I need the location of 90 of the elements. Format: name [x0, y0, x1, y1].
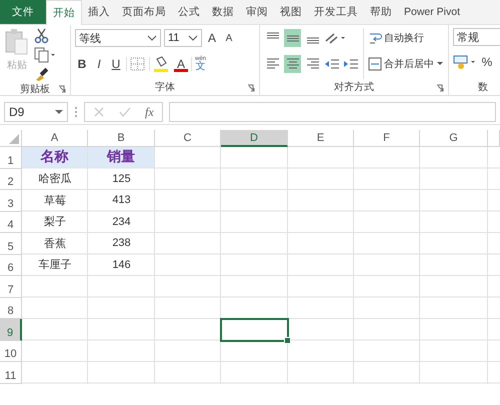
currency-icon[interactable] — [453, 54, 477, 70]
scissors-icon — [34, 28, 50, 44]
ribbon-tab[interactable]: 页面布局 — [116, 0, 172, 24]
group-label: 字体 — [155, 80, 175, 94]
row-header[interactable]: 6 — [0, 254, 22, 276]
ribbon-tab[interactable]: 开发工具 — [308, 0, 364, 24]
borders-icon[interactable] — [130, 57, 146, 71]
row-header[interactable]: 9 — [0, 319, 22, 340]
table-cell-text: 125 — [111, 172, 132, 187]
ribbon-tab[interactable]: 文件 — [0, 0, 46, 24]
align-lines-icon — [286, 34, 300, 42]
ribbon-tab[interactable]: 插入 — [82, 0, 116, 24]
wrap-text-button[interactable]: 自动换行 — [368, 28, 444, 48]
ribbon-tab[interactable]: 公式 — [172, 0, 206, 24]
table-cell-text: 梨子 — [43, 214, 67, 230]
table-cell-text: 238 — [111, 236, 132, 252]
table-cell-text: 146 — [111, 258, 132, 273]
row-header[interactable]: 11 — [0, 362, 22, 384]
font-color-button[interactable]: A — [174, 56, 188, 72]
column-header[interactable]: A — [22, 130, 88, 147]
insert-function-button[interactable]: fx — [145, 104, 154, 120]
ribbon-tab[interactable]: 帮助 — [364, 0, 398, 24]
dialog-launcher-icon[interactable] — [247, 84, 255, 92]
ribbon-tab[interactable]: Power Pivot — [398, 0, 466, 24]
vertical-align-button[interactable] — [284, 29, 301, 47]
table-cell: 销量 — [88, 146, 154, 168]
merge-cells-icon — [368, 57, 382, 71]
chevron-down-icon[interactable] — [147, 35, 157, 41]
fill-color-icon[interactable] — [153, 56, 171, 72]
group-label: 对齐方式 — [334, 80, 374, 94]
column-header[interactable]: F — [354, 130, 420, 147]
paintbrush-icon — [34, 66, 50, 82]
column-header[interactable]: D — [221, 130, 288, 147]
row-header[interactable]: 4 — [0, 212, 22, 233]
wrap-arrow-icon — [368, 31, 382, 45]
check-icon[interactable] — [119, 106, 131, 118]
merge-center-button[interactable]: 合并后居中 — [368, 54, 444, 74]
italic-button[interactable]: I — [92, 55, 106, 73]
row-header[interactable]: 2 — [0, 168, 22, 190]
table-cell-text: 车厘子 — [38, 258, 72, 274]
row-header[interactable]: 3 — [0, 190, 22, 212]
ribbon-tab[interactable]: 视图 — [274, 0, 308, 24]
chevron-down-icon[interactable] — [188, 35, 198, 41]
shrink-font-button[interactable]: A — [222, 29, 236, 47]
column-header[interactable]: E — [288, 130, 354, 147]
column-header[interactable]: G — [420, 130, 488, 147]
horizontal-align-button[interactable] — [284, 55, 301, 73]
column-header[interactable]: C — [155, 130, 221, 147]
percent-button[interactable]: % — [480, 53, 494, 71]
table-cell-text: 哈密瓜 — [38, 172, 72, 188]
row-header[interactable]: 5 — [0, 233, 22, 254]
dialog-launcher-icon[interactable] — [58, 85, 66, 93]
group-label: 剪贴板 — [20, 82, 50, 96]
clipboard-icon — [4, 28, 30, 56]
bold-button[interactable]: B — [75, 55, 89, 73]
text-orientation-icon[interactable] — [324, 31, 346, 45]
grow-font-button[interactable]: A — [205, 29, 219, 47]
dialog-launcher-icon[interactable] — [436, 84, 444, 92]
align-lines-icon — [306, 57, 320, 71]
name-box[interactable]: D9 — [4, 102, 68, 122]
increase-indent-icon[interactable] — [343, 57, 359, 71]
copy-icon — [34, 47, 56, 63]
ribbon-tab[interactable]: 开始 — [46, 0, 82, 25]
number-format-field[interactable]: 常规 — [453, 28, 500, 46]
align-lines-icon — [286, 57, 300, 71]
row-header[interactable]: 8 — [0, 298, 22, 319]
selected-cell[interactable] — [220, 318, 289, 342]
ribbon-tab[interactable]: 数据 — [206, 0, 240, 24]
row-header[interactable]: 7 — [0, 276, 22, 298]
font-name-field[interactable]: 等线 — [75, 29, 161, 47]
table-cell-text: 草莓 — [43, 194, 67, 209]
grip-icon — [74, 106, 78, 118]
table-cell-text: 香蕉 — [43, 236, 67, 252]
group-label: 数 — [478, 81, 488, 94]
align-lines-icon — [266, 57, 280, 71]
caret-icon — [436, 61, 444, 67]
table-cell-text: 413 — [111, 193, 132, 208]
table-cell: 名称 — [22, 146, 87, 168]
ribbon-tab[interactable]: 审阅 — [240, 0, 274, 24]
column-header[interactable]: B — [88, 130, 155, 147]
table-cell-text: 234 — [111, 214, 132, 230]
row-header[interactable]: 1 — [0, 147, 22, 168]
caret-icon[interactable] — [55, 110, 63, 114]
row-header[interactable]: 10 — [0, 340, 22, 362]
decrease-indent-icon[interactable] — [324, 57, 340, 71]
formula-input[interactable] — [168, 102, 496, 122]
align-lines-icon — [266, 32, 280, 39]
underline-button[interactable]: U — [109, 55, 123, 73]
align-lines-icon — [306, 37, 320, 44]
font-size-field[interactable]: 11 — [164, 29, 202, 47]
